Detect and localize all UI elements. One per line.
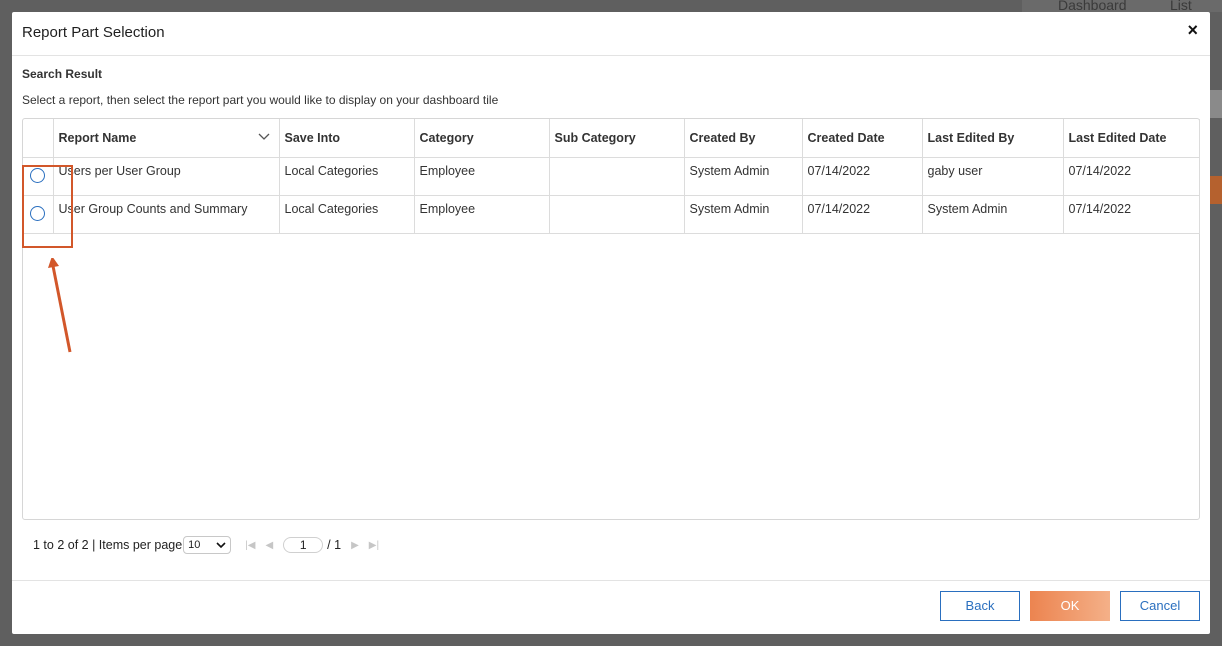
cell-category: Employee [414,157,550,196]
next-page-icon[interactable]: ▶ [351,540,359,551]
prev-page-icon[interactable]: ◀ [265,540,273,551]
report-grid: Report Name Save Into Category Sub Categ… [22,118,1200,520]
items-per-page-value: 10 [188,539,201,551]
column-header-last-edited-by[interactable]: Last Edited By [922,119,1064,158]
background-app-toolbar: Dashboard List [1022,0,1222,12]
total-pages-text: / 1 [327,538,342,552]
row-radio-button[interactable] [30,168,46,183]
select-column-header [23,119,54,158]
cell-save-into: Local Categories [279,157,415,196]
grid-header-row: Report Name Save Into Category Sub Categ… [23,119,1200,158]
last-page-icon[interactable]: ▶| [369,540,379,551]
column-header-report-name[interactable]: Report Name [53,119,280,158]
background-dashboard-label: Dashboard [1058,0,1127,12]
row-select-cell[interactable] [23,157,54,196]
instructions-text: Select a report, then select the report … [22,93,499,107]
cell-sub-category [549,157,685,196]
cell-last-edited-by: System Admin [922,195,1064,234]
dialog-header: Report Part Selection × [12,12,1210,56]
cancel-button[interactable]: Cancel [1120,591,1200,621]
report-part-selection-dialog: Report Part Selection × Search Result Se… [12,12,1210,634]
column-header-created-by[interactable]: Created By [684,119,803,158]
column-header-created-date[interactable]: Created Date [802,119,923,158]
cell-last-edited-by: gaby user [922,157,1064,196]
ok-button[interactable]: OK [1030,591,1110,621]
cell-category: Employee [414,195,550,234]
cell-last-edited-date: 07/14/2022 [1063,157,1200,196]
cell-created-date: 07/14/2022 [802,195,923,234]
cell-sub-category [549,195,685,234]
search-result-title: Search Result [22,67,103,81]
cell-save-into: Local Categories [279,195,415,234]
chevron-down-icon[interactable] [258,131,270,143]
first-page-icon[interactable]: |◀ [245,540,255,551]
back-button[interactable]: Back [940,591,1020,621]
table-row[interactable]: User Group Counts and Summary Local Cate… [23,195,1200,234]
column-header-last-edited-date[interactable]: Last Edited Date [1063,119,1200,158]
column-header-label: Report Name [58,130,137,145]
cell-last-edited-date: 07/14/2022 [1063,195,1200,234]
items-per-page-select[interactable]: 10 [183,536,232,554]
background-fragment [1210,176,1222,204]
cell-created-by: System Admin [684,157,803,196]
pagination-bar: 1 to 2 of 2 | Items per page 10 |◀ ◀ 1 /… [33,536,379,554]
annotation-arrow-icon [48,258,72,353]
cell-created-by: System Admin [684,195,803,234]
column-header-category[interactable]: Category [414,119,550,158]
chevron-down-icon [216,541,226,548]
dialog-title: Report Part Selection [22,24,165,41]
background-fragment [1210,90,1222,118]
pagination-range-text: 1 to 2 of 2 | Items per page [33,538,183,552]
page-number-input[interactable]: 1 [283,537,324,553]
column-header-save-into[interactable]: Save Into [279,119,415,158]
table-row[interactable]: Users per User Group Local Categories Em… [23,157,1200,196]
background-list-label: List [1170,0,1192,12]
dialog-footer: Back OK Cancel [12,580,1210,634]
cell-report-name: User Group Counts and Summary [53,195,280,234]
close-icon[interactable]: × [1187,20,1198,40]
cell-created-date: 07/14/2022 [802,157,923,196]
column-header-sub-category[interactable]: Sub Category [549,119,685,158]
row-select-cell[interactable] [23,195,54,234]
row-radio-button[interactable] [30,206,46,221]
cell-report-name: Users per User Group [53,157,280,196]
